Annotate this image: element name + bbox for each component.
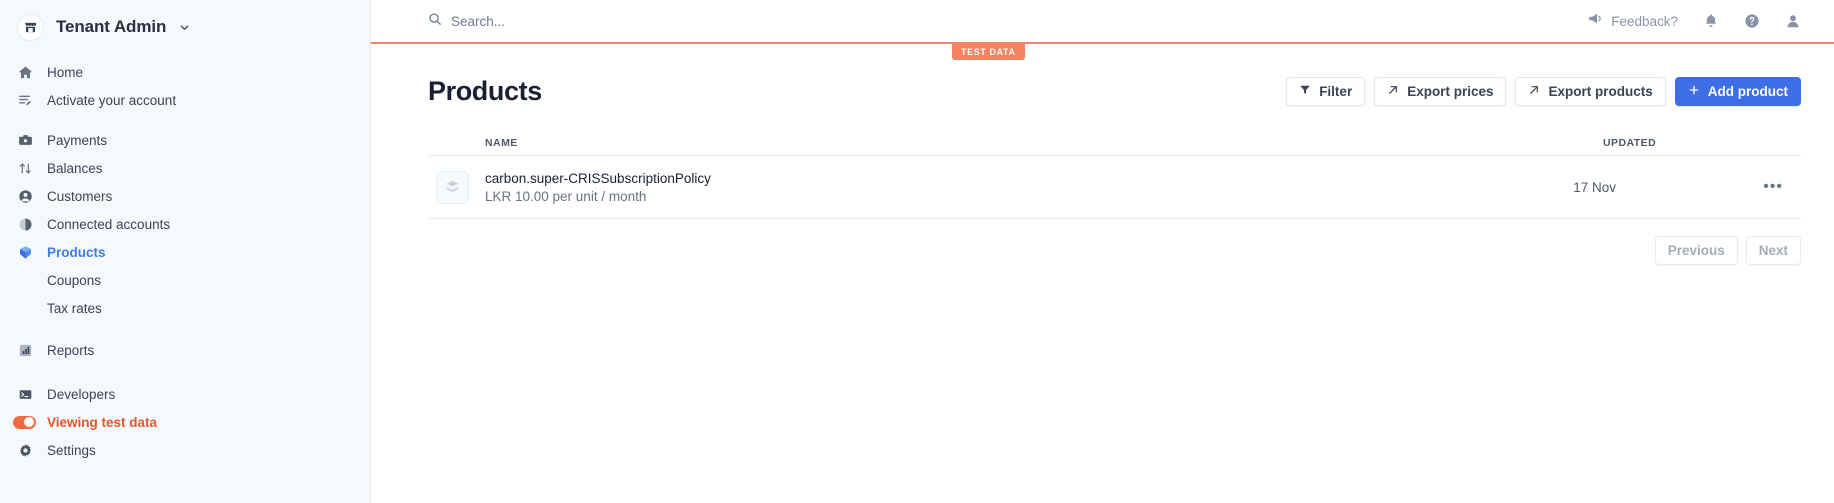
next-page-button[interactable]: Next <box>1745 236 1801 265</box>
export-products-button[interactable]: Export products <box>1515 76 1666 106</box>
sidebar-group-business: Payments Balances Customers Connected ac… <box>0 128 370 320</box>
user-account-icon[interactable] <box>1785 13 1801 29</box>
payments-icon <box>17 132 34 149</box>
table-divider-bottom <box>428 218 1801 219</box>
store-icon <box>17 13 44 41</box>
filter-icon <box>1299 84 1311 99</box>
megaphone-icon <box>1588 11 1603 31</box>
sidebar-item-developers[interactable]: Developers <box>0 382 370 406</box>
customers-icon <box>17 188 34 205</box>
sidebar-item-activate-your-account[interactable]: Activate your account <box>0 88 370 112</box>
previous-page-button[interactable]: Previous <box>1654 236 1738 265</box>
sidebar-item-balances[interactable]: Balances <box>0 156 370 180</box>
page-actions: Filter Export prices Export products Add… <box>1286 76 1801 106</box>
export-products-label: Export products <box>1548 83 1653 99</box>
connected-accounts-icon <box>17 216 34 233</box>
search-input[interactable]: Search... <box>428 12 505 31</box>
chevron-down-icon <box>179 22 190 33</box>
table-header: NAME UPDATED <box>428 131 1801 155</box>
sidebar-item-label: Home <box>47 64 84 80</box>
sidebar-item-settings[interactable]: Settings <box>0 438 370 462</box>
sidebar-item-label: Activate your account <box>47 92 177 108</box>
sidebar-item-label: Products <box>47 244 106 260</box>
top-bar-actions: Feedback? <box>1588 11 1834 31</box>
sidebar: Tenant Admin Home Activate your account … <box>0 0 371 503</box>
product-name: carbon.super-CRISSubscriptionPolicy <box>485 170 711 186</box>
sidebar-item-label: Coupons <box>47 272 102 288</box>
filter-label: Filter <box>1319 83 1353 99</box>
activate-account-icon <box>17 92 34 109</box>
feedback-label: Feedback? <box>1611 13 1678 29</box>
sidebar-item-coupons[interactable]: Coupons <box>0 268 370 292</box>
products-icon <box>17 244 34 261</box>
feedback-button[interactable]: Feedback? <box>1588 11 1678 31</box>
app-root: Tenant Admin Home Activate your account … <box>0 0 1834 503</box>
test-data-badge: TEST DATA <box>952 44 1025 60</box>
export-prices-button[interactable]: Export prices <box>1374 76 1507 106</box>
tenant-switcher[interactable]: Tenant Admin <box>0 7 370 47</box>
top-bar: Search... Feedback? <box>371 0 1834 44</box>
sidebar-group-system: Developers Viewing test data Settings <box>0 382 370 462</box>
page-content: Products Filter Export prices Export pro… <box>371 74 1834 265</box>
sidebar-group-reports: Reports <box>0 338 370 362</box>
search-icon <box>428 12 442 31</box>
sidebar-item-label: Reports <box>47 342 95 358</box>
sidebar-item-label: Balances <box>47 160 103 176</box>
sidebar-item-tax-rates[interactable]: Tax rates <box>0 296 370 320</box>
column-header-updated: UPDATED <box>1603 137 1657 149</box>
developers-icon <box>17 386 34 403</box>
reports-icon <box>17 342 34 359</box>
column-header-name: NAME <box>485 137 518 149</box>
sidebar-item-label: Settings <box>47 442 96 458</box>
help-question-icon[interactable] <box>1744 13 1760 29</box>
sidebar-item-customers[interactable]: Customers <box>0 184 370 208</box>
sidebar-item-label: Viewing test data <box>47 414 158 430</box>
sidebar-item-viewing-test-data[interactable]: Viewing test data <box>0 410 370 434</box>
sidebar-item-label: Developers <box>47 386 116 402</box>
product-box-icon <box>436 170 469 204</box>
pagination: Previous Next <box>428 236 1801 265</box>
plus-icon <box>1688 84 1700 99</box>
external-link-icon <box>1387 84 1399 99</box>
balances-icon <box>17 160 34 177</box>
export-prices-label: Export prices <box>1407 83 1494 99</box>
sidebar-item-label: Connected accounts <box>47 216 171 232</box>
external-link-icon <box>1528 84 1540 99</box>
notifications-bell-icon[interactable] <box>1703 13 1719 29</box>
sidebar-item-connected-accounts[interactable]: Connected accounts <box>0 212 370 236</box>
sidebar-item-products[interactable]: Products <box>0 240 370 264</box>
sidebar-item-label: Tax rates <box>47 300 102 316</box>
sidebar-item-payments[interactable]: Payments <box>0 128 370 152</box>
filter-button[interactable]: Filter <box>1286 76 1366 106</box>
sidebar-group-main: Home Activate your account <box>0 60 370 112</box>
sidebar-item-label: Payments <box>47 132 108 148</box>
add-product-label: Add product <box>1707 83 1788 99</box>
products-table: NAME UPDATED carbon.super-CRISSubscripti… <box>428 131 1801 219</box>
table-row[interactable]: carbon.super-CRISSubscriptionPolicy LKR … <box>428 156 1801 218</box>
add-product-button[interactable]: Add product <box>1674 76 1801 106</box>
product-price: LKR 10.00 per unit / month <box>485 188 647 204</box>
gear-icon <box>17 442 34 459</box>
page-title: Products <box>428 75 542 106</box>
overflow-menu-icon[interactable]: ••• <box>1763 179 1793 195</box>
sidebar-item-home[interactable]: Home <box>0 60 370 84</box>
product-name-cell: carbon.super-CRISSubscriptionPolicy LKR … <box>485 171 1573 204</box>
home-icon <box>17 64 34 81</box>
main-area: Search... Feedback? TEST DATA Products F… <box>371 0 1834 503</box>
tenant-name: Tenant Admin <box>56 17 167 36</box>
sidebar-item-reports[interactable]: Reports <box>0 338 370 362</box>
page-header: Products Filter Export prices Export pro… <box>428 74 1801 108</box>
search-placeholder: Search... <box>451 13 506 29</box>
product-updated-cell: 17 Nov <box>1573 179 1616 195</box>
toggle-on-icon[interactable] <box>12 414 36 431</box>
sidebar-item-label: Customers <box>47 188 113 204</box>
